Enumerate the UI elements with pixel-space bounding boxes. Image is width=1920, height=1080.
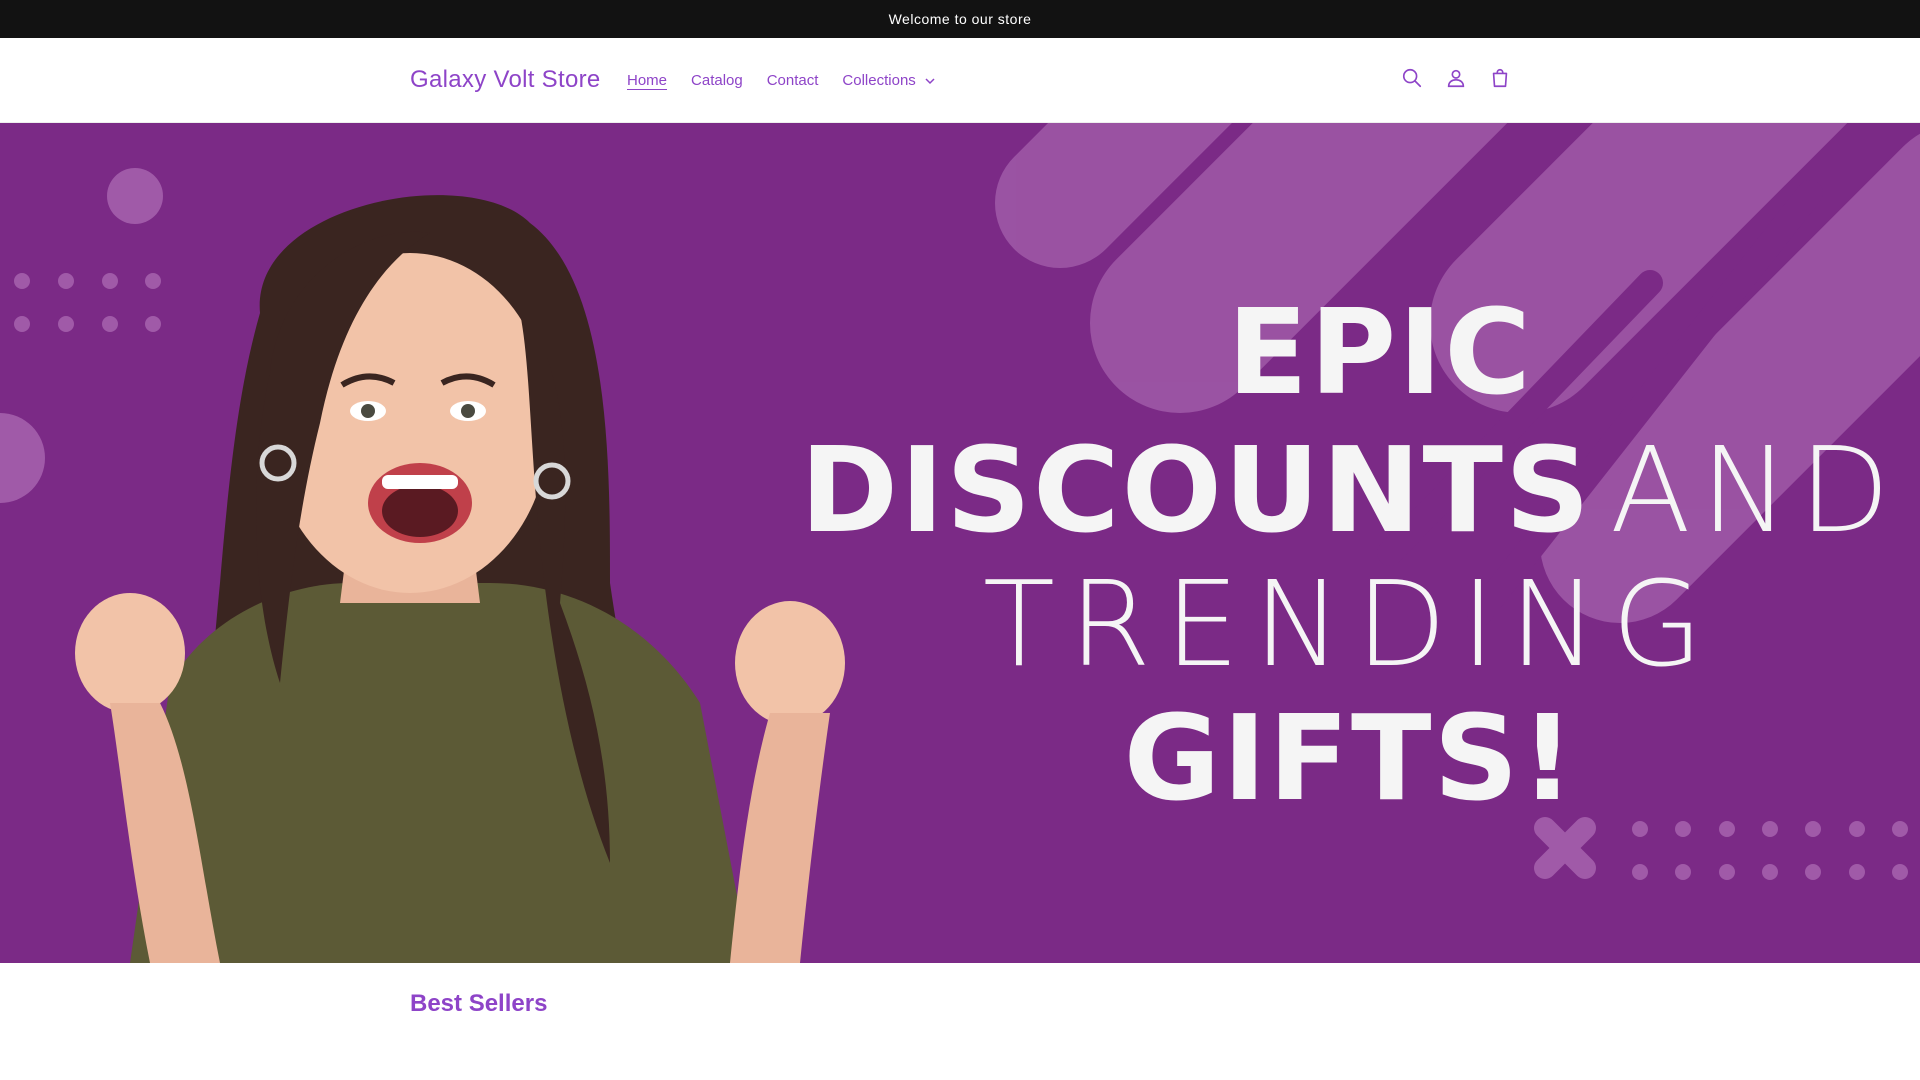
best-sellers-title: Best Sellers <box>410 990 548 1017</box>
nav-catalog[interactable]: Catalog <box>691 72 743 89</box>
hero-line-3: TRENDING <box>982 555 1718 693</box>
cart-icon <box>1492 68 1508 88</box>
hero-banner[interactable]: EPIC DISCOUNTS AND TRENDING GIFTS! <box>0 123 1920 963</box>
hero-line-2: DISCOUNTS AND <box>800 431 1900 549</box>
nav-contact[interactable]: Contact <box>767 72 819 89</box>
hero-line-2-thin: AND <box>1609 421 1900 559</box>
account-icon <box>1447 69 1465 88</box>
site-header: Galaxy Volt Store Home Catalog Contact C… <box>0 38 1920 123</box>
header-icons <box>1400 66 1512 90</box>
main-nav: Home Catalog Contact Collections <box>627 72 936 89</box>
nav-collections[interactable]: Collections <box>842 72 935 89</box>
hero-line-4: GIFTS! <box>1123 689 1577 827</box>
hero-person-image <box>75 195 845 963</box>
nav-contact-label: Contact <box>766 72 819 89</box>
nav-home[interactable]: Home <box>627 72 667 89</box>
store-logo[interactable]: Galaxy Volt Store <box>410 66 601 94</box>
hero-headline: EPIC DISCOUNTS AND TRENDING GIFTS! <box>800 293 1900 817</box>
search-icon <box>1402 68 1422 88</box>
cart-button[interactable] <box>1488 66 1512 90</box>
nav-catalog-label: Catalog <box>691 72 743 89</box>
search-button[interactable] <box>1400 66 1424 90</box>
nav-collections-label: Collections <box>842 72 916 89</box>
announcement-bar: Welcome to our store <box>0 0 1920 38</box>
announcement-text: Welcome to our store <box>888 11 1032 27</box>
nav-home-label: Home <box>627 72 668 89</box>
chevron-down-icon <box>925 77 935 84</box>
account-button[interactable] <box>1444 66 1468 90</box>
hero-line-2-bold: DISCOUNTS <box>800 421 1592 559</box>
hero-line-1: EPIC <box>1227 283 1533 421</box>
